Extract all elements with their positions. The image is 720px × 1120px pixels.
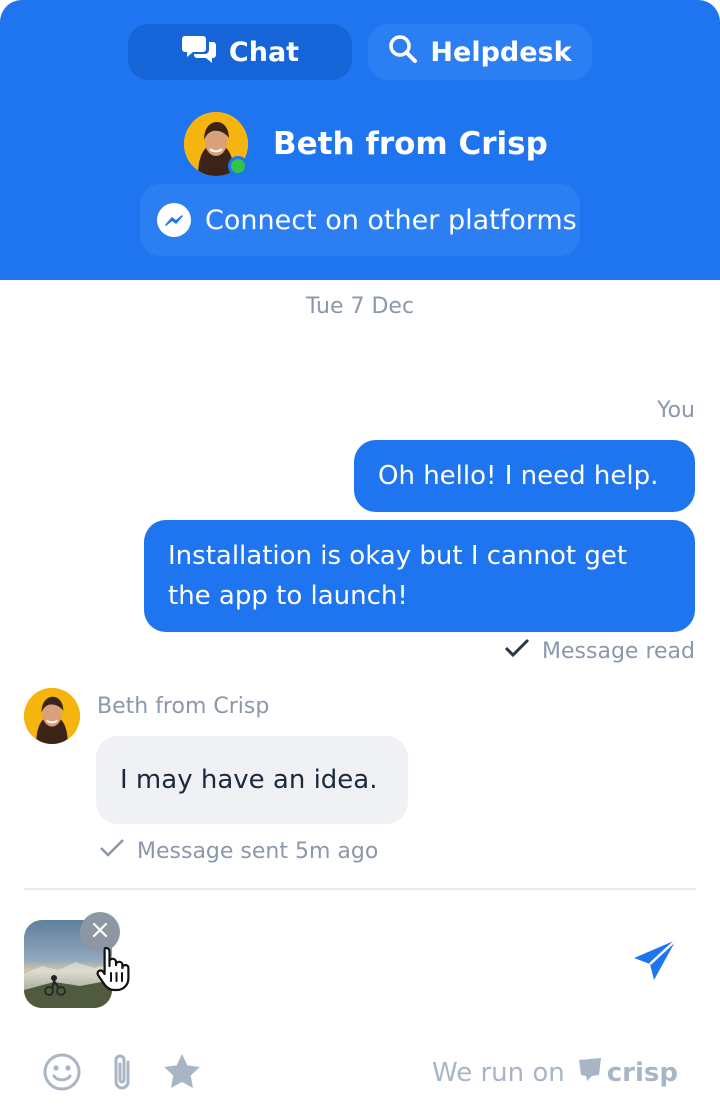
date-separator: Tue 7 Dec — [305, 294, 415, 319]
crisp-logo: crisp — [577, 1056, 678, 1089]
send-button[interactable] — [632, 938, 678, 988]
read-status-text: Message read — [542, 638, 695, 664]
crisp-logo-icon — [577, 1056, 603, 1089]
emoji-icon — [42, 1053, 82, 1096]
operator-name: Beth from Crisp — [273, 126, 548, 162]
operator-message-avatar — [24, 688, 80, 744]
send-icon — [632, 939, 678, 988]
star-icon — [162, 1054, 202, 1096]
operator-message: I may have an idea. — [96, 736, 408, 824]
check-icon — [504, 638, 530, 664]
tab-helpdesk-label: Helpdesk — [430, 36, 572, 68]
read-receipt: Message read — [504, 638, 695, 664]
close-icon — [92, 922, 108, 942]
search-icon — [388, 34, 418, 71]
avatar — [24, 688, 80, 744]
connect-label: Connect on other platforms — [205, 204, 577, 236]
tab-chat[interactable]: Chat — [128, 24, 352, 80]
check-icon — [99, 838, 125, 864]
rate-button[interactable] — [162, 1052, 202, 1096]
attach-file-button[interactable] — [108, 1052, 138, 1098]
operator-sender-label: Beth from Crisp — [97, 694, 270, 719]
user-message: Oh hello! I need help. — [354, 440, 695, 512]
branding-footer[interactable]: We run on crisp — [432, 1056, 678, 1089]
hand-pointer-icon — [94, 944, 134, 996]
paperclip-icon — [108, 1054, 138, 1098]
sender-label-you: You — [657, 398, 695, 423]
online-status-dot — [228, 156, 248, 176]
messenger-icon — [157, 203, 191, 237]
connect-platforms-button[interactable]: Connect on other platforms — [140, 184, 580, 256]
user-message: Installation is okay but I cannot get th… — [144, 520, 695, 632]
sent-status-text: Message sent 5m ago — [137, 838, 379, 864]
emoji-button[interactable] — [42, 1052, 82, 1096]
crisp-logo-text: crisp — [606, 1057, 678, 1088]
tab-chat-label: Chat — [228, 36, 300, 68]
composer-divider — [24, 888, 696, 890]
chat-bubbles-icon — [181, 33, 217, 72]
chat-header: Chat Helpdesk Beth from Crisp Connect on… — [0, 0, 720, 280]
sent-receipt: Message sent 5m ago — [99, 838, 378, 864]
branding-prefix: We run on — [432, 1057, 565, 1088]
tab-helpdesk[interactable]: Helpdesk — [368, 24, 592, 80]
